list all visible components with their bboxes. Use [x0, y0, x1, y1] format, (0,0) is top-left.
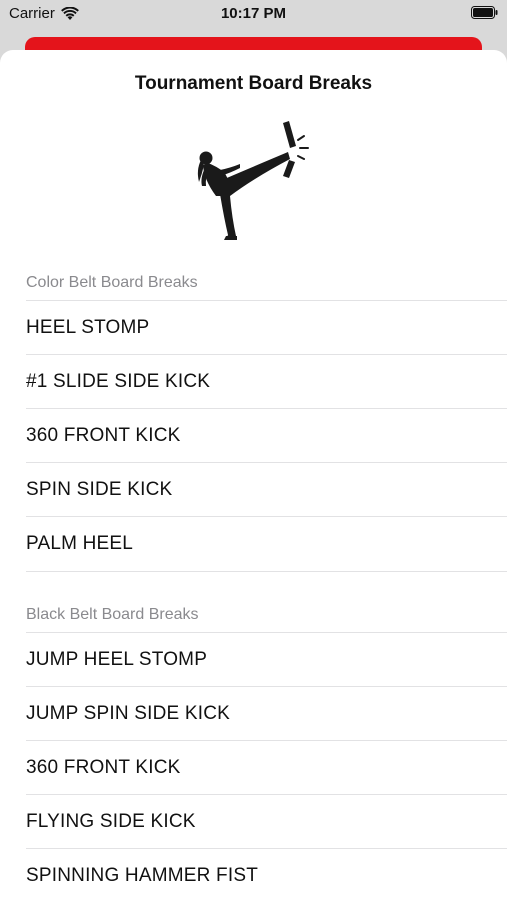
- status-time: 10:17 PM: [220, 5, 287, 22]
- list-item[interactable]: FLYING SIDE KICK: [26, 795, 507, 848]
- modal-sheet: Tournament Board Breaks Color Belt Board…: [0, 50, 507, 900]
- battery-icon: [471, 6, 498, 19]
- list-item[interactable]: SPIN SIDE KICK: [26, 463, 507, 516]
- list-item-label: HEEL STOMP: [26, 316, 150, 338]
- list-item-label: JUMP SPIN SIDE KICK: [26, 702, 231, 724]
- list-item-label: 360 FRONT KICK: [26, 424, 181, 446]
- list-item-label: PALM HEEL: [26, 532, 134, 554]
- status-bar: Carrier 10:17 PM: [0, 0, 507, 30]
- list-item[interactable]: SPINNING HAMMER FIST: [26, 849, 507, 900]
- sheet-title: Tournament Board Breaks: [134, 73, 373, 94]
- kicking-silhouette-icon: [197, 121, 309, 240]
- list-item[interactable]: PALM HEEL: [26, 517, 507, 570]
- list-item-label: FLYING SIDE KICK: [26, 810, 196, 832]
- list-item-label: SPIN SIDE KICK: [26, 478, 173, 500]
- list-item[interactable]: JUMP HEEL STOMP: [26, 633, 507, 686]
- section-header-color-belt: Color Belt Board Breaks: [26, 274, 198, 291]
- list-item[interactable]: 360 FRONT KICK: [26, 741, 507, 794]
- list-item[interactable]: #1 SLIDE SIDE KICK: [26, 355, 507, 408]
- list-item[interactable]: JUMP SPIN SIDE KICK: [26, 687, 507, 740]
- separator: [26, 571, 507, 572]
- list-item[interactable]: HEEL STOMP: [26, 301, 507, 354]
- list-item-label: 360 FRONT KICK: [26, 756, 181, 778]
- list-item[interactable]: 360 FRONT KICK: [26, 409, 507, 462]
- list-item-label: #1 SLIDE SIDE KICK: [26, 370, 211, 392]
- list-item-label: SPINNING HAMMER FIST: [26, 864, 259, 886]
- list-item-label: JUMP HEEL STOMP: [26, 648, 208, 670]
- section-header-black-belt: Black Belt Board Breaks: [26, 606, 199, 623]
